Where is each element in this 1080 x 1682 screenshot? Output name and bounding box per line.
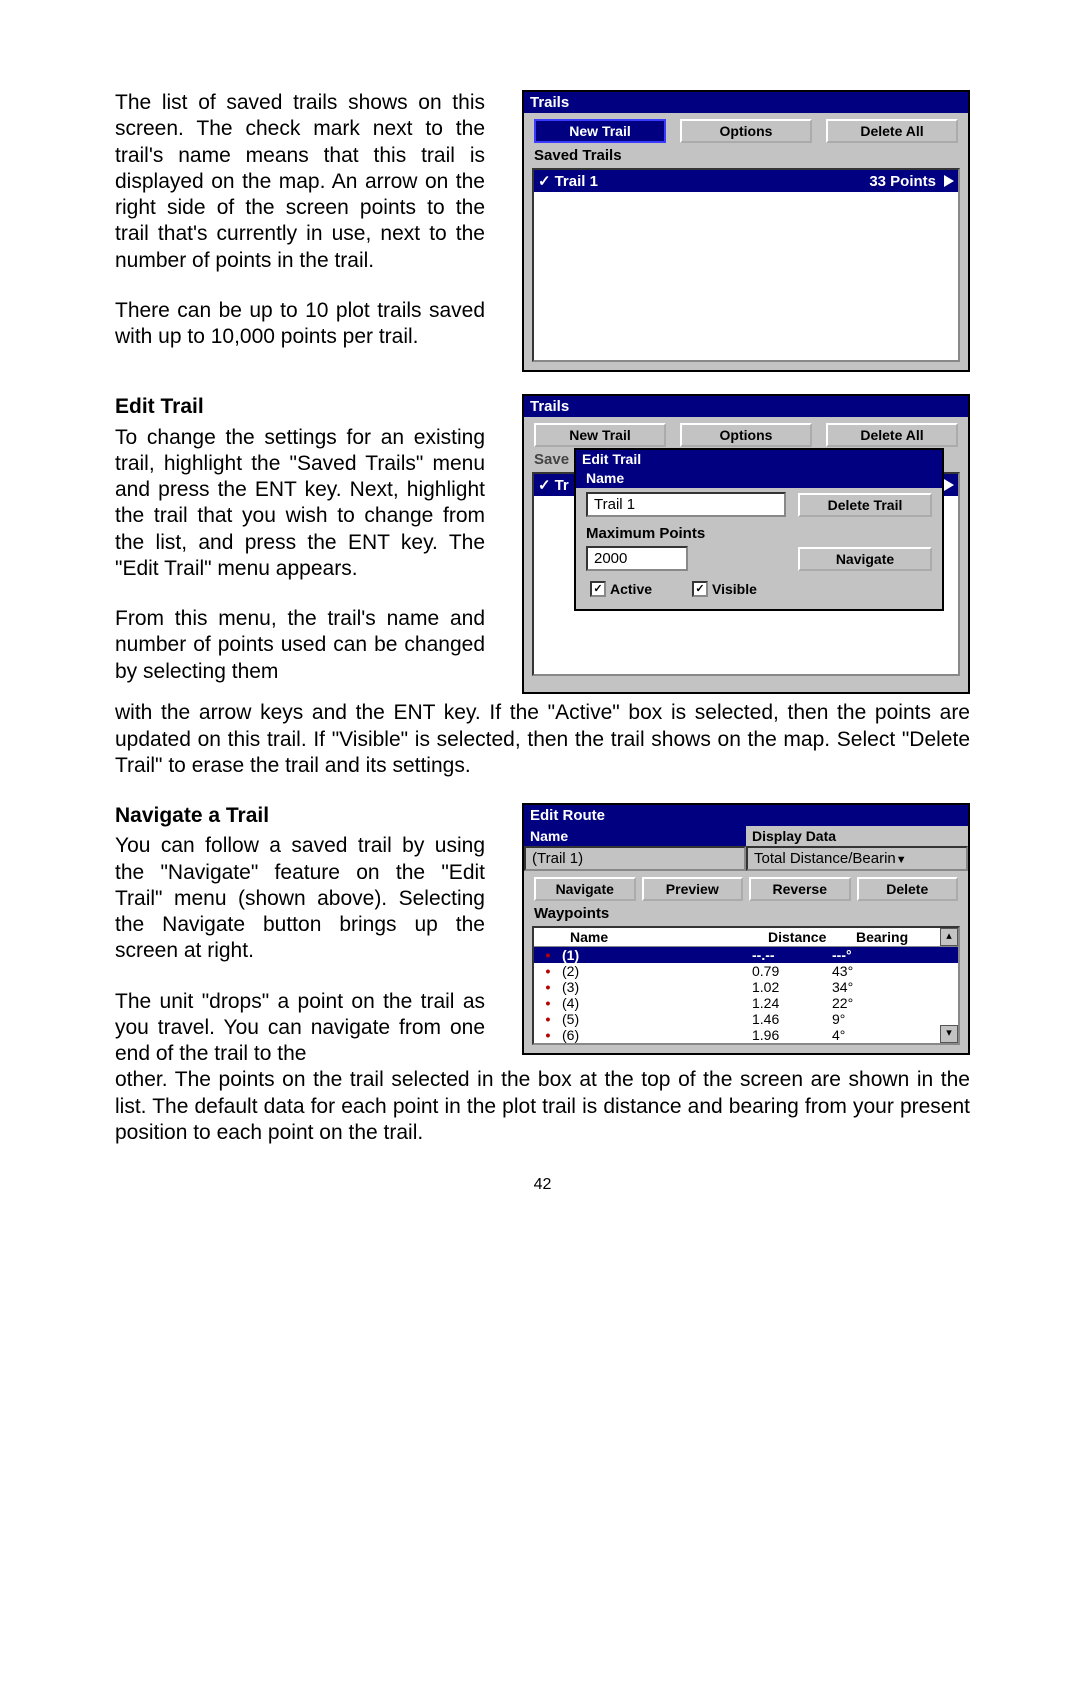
waypoint-bearing: ---° <box>832 947 892 963</box>
edit-trail-dialog: Edit Trail Name Trail 1 Delete Trail Max… <box>574 448 944 611</box>
saved-trails-label: Saved Trails <box>524 147 968 166</box>
edit-trail-titlebar: Edit Trail <box>576 450 942 468</box>
route-delete-button[interactable]: Delete <box>857 877 959 901</box>
navigate-button[interactable]: Navigate <box>798 547 932 571</box>
checkbox-icon: ✓ <box>590 581 606 597</box>
active-checkbox[interactable]: ✓ Active <box>590 581 652 597</box>
delete-all-button[interactable]: Delete All <box>826 119 958 143</box>
active-label: Active <box>610 581 652 597</box>
waypoint-row[interactable]: • (1)--.-----° <box>534 947 958 963</box>
waypoint-name: (2) <box>562 963 752 979</box>
waypoint-dot-icon: • <box>546 947 551 963</box>
para-7: The unit "drops" a point on the trail as… <box>115 989 485 1068</box>
active-arrow-icon <box>944 175 954 187</box>
trail-name-input[interactable]: Trail 1 <box>586 492 786 517</box>
waypoint-bearing: 22° <box>832 995 892 1011</box>
col-dist: Distance <box>764 928 852 946</box>
visible-label: Visible <box>712 581 757 597</box>
active-arrow-icon-2 <box>944 479 954 491</box>
checkbox-icon-2: ✓ <box>692 581 708 597</box>
route-reverse-button[interactable]: Reverse <box>749 877 851 901</box>
new-trail-button-2[interactable]: New Trail <box>534 423 666 447</box>
page-number: 42 <box>115 1176 970 1194</box>
edit-route-screen: Edit Route Name Display Data (Trail 1) T… <box>522 803 970 1055</box>
waypoint-distance: 1.02 <box>752 979 832 995</box>
waypoints-table[interactable]: Name Distance Bearing • (1)--.-----° • (2)0… <box>532 926 960 1045</box>
waypoint-name: (3) <box>562 979 752 995</box>
visible-checkbox[interactable]: ✓ Visible <box>692 581 757 597</box>
checkmark-icon-2: ✓ <box>538 476 551 494</box>
options-button-2[interactable]: Options <box>680 423 812 447</box>
display-data-label: Display Data <box>746 826 968 846</box>
para-4: From this menu, the trail's name and num… <box>115 606 485 685</box>
para-3: To change the settings for an existing t… <box>115 425 485 583</box>
trail-row-selected[interactable]: ✓ Trail 1 33 Points <box>534 170 958 192</box>
waypoint-bearing: 9° <box>832 1011 892 1027</box>
waypoint-distance: --.-- <box>752 947 832 963</box>
saved-trails-list[interactable]: ✓ Trail 1 33 Points <box>532 168 960 362</box>
trail-points: 33 Points <box>869 173 936 190</box>
waypoint-distance: 1.96 <box>752 1027 832 1043</box>
saved-trails-partial: Save <box>534 451 569 468</box>
waypoint-distance: 1.24 <box>752 995 832 1011</box>
route-name-value[interactable]: (Trail 1) <box>524 846 746 871</box>
max-points-label: Maximum Points <box>586 521 932 542</box>
waypoint-name: (6) <box>562 1027 752 1043</box>
waypoint-bearing: 43° <box>832 963 892 979</box>
trails-titlebar-2: Trails <box>524 396 968 417</box>
waypoint-distance: 0.79 <box>752 963 832 979</box>
waypoint-name: (4) <box>562 995 752 1011</box>
checkmark-icon: ✓ <box>538 172 551 190</box>
trail-name: Trail 1 <box>555 173 598 190</box>
col-name: Name <box>566 928 764 946</box>
options-button[interactable]: Options <box>680 119 812 143</box>
trails-screen: Trails New Trail Options Delete All Save… <box>522 90 970 372</box>
scroll-up-icon[interactable]: ▴ <box>940 928 958 946</box>
waypoint-row[interactable]: • (2)0.7943° <box>534 963 958 979</box>
waypoint-row[interactable]: • (3)1.0234° <box>534 979 958 995</box>
trail-row-prefix: Tr <box>555 477 569 494</box>
waypoints-label: Waypoints <box>524 905 968 924</box>
para-5: with the arrow keys and the ENT key. If … <box>115 700 970 779</box>
waypoint-row[interactable]: • (4)1.2422° <box>534 995 958 1011</box>
scroll-down-icon[interactable]: ▾ <box>940 1025 958 1043</box>
h-edit-trail: Edit Trail <box>115 395 204 418</box>
para-1: The list of saved trails shows on this s… <box>115 90 485 274</box>
name-label: Name <box>576 468 942 488</box>
max-points-input[interactable]: 2000 <box>586 546 688 571</box>
edit-route-titlebar: Edit Route <box>524 805 968 826</box>
waypoint-dot-icon: • <box>546 995 551 1011</box>
waypoint-dot-icon: • <box>546 979 551 995</box>
route-navigate-button[interactable]: Navigate <box>534 877 636 901</box>
display-data-value[interactable]: Total Distance/Bearin▼ <box>746 846 968 871</box>
waypoint-row[interactable]: • (6)1.964° <box>534 1027 958 1043</box>
route-name-label: Name <box>524 826 746 846</box>
delete-trail-button[interactable]: Delete Trail <box>798 493 932 517</box>
waypoint-dot-icon: • <box>546 1027 551 1043</box>
edit-trail-screen: Trails New Trail Options Delete All Save… <box>522 394 970 694</box>
waypoint-distance: 1.46 <box>752 1011 832 1027</box>
waypoint-bearing: 4° <box>832 1027 892 1043</box>
para-6: You can follow a saved trail by using th… <box>115 833 485 964</box>
col-bear: Bearing <box>852 928 920 946</box>
para-8: other. The points on the trail selected … <box>115 1067 970 1146</box>
waypoint-dot-icon: • <box>546 1011 551 1027</box>
new-trail-button[interactable]: New Trail <box>534 119 666 143</box>
trails-titlebar: Trails <box>524 92 968 113</box>
waypoint-row[interactable]: • (5)1.469° <box>534 1011 958 1027</box>
para-2: There can be up to 10 plot trails saved … <box>115 298 485 351</box>
waypoint-dot-icon: • <box>546 963 551 979</box>
waypoint-bearing: 34° <box>832 979 892 995</box>
waypoint-name: (5) <box>562 1011 752 1027</box>
h-navigate-trail: Navigate a Trail <box>115 804 269 827</box>
waypoint-name: (1) <box>562 947 752 963</box>
route-preview-button[interactable]: Preview <box>642 877 744 901</box>
delete-all-button-2[interactable]: Delete All <box>826 423 958 447</box>
